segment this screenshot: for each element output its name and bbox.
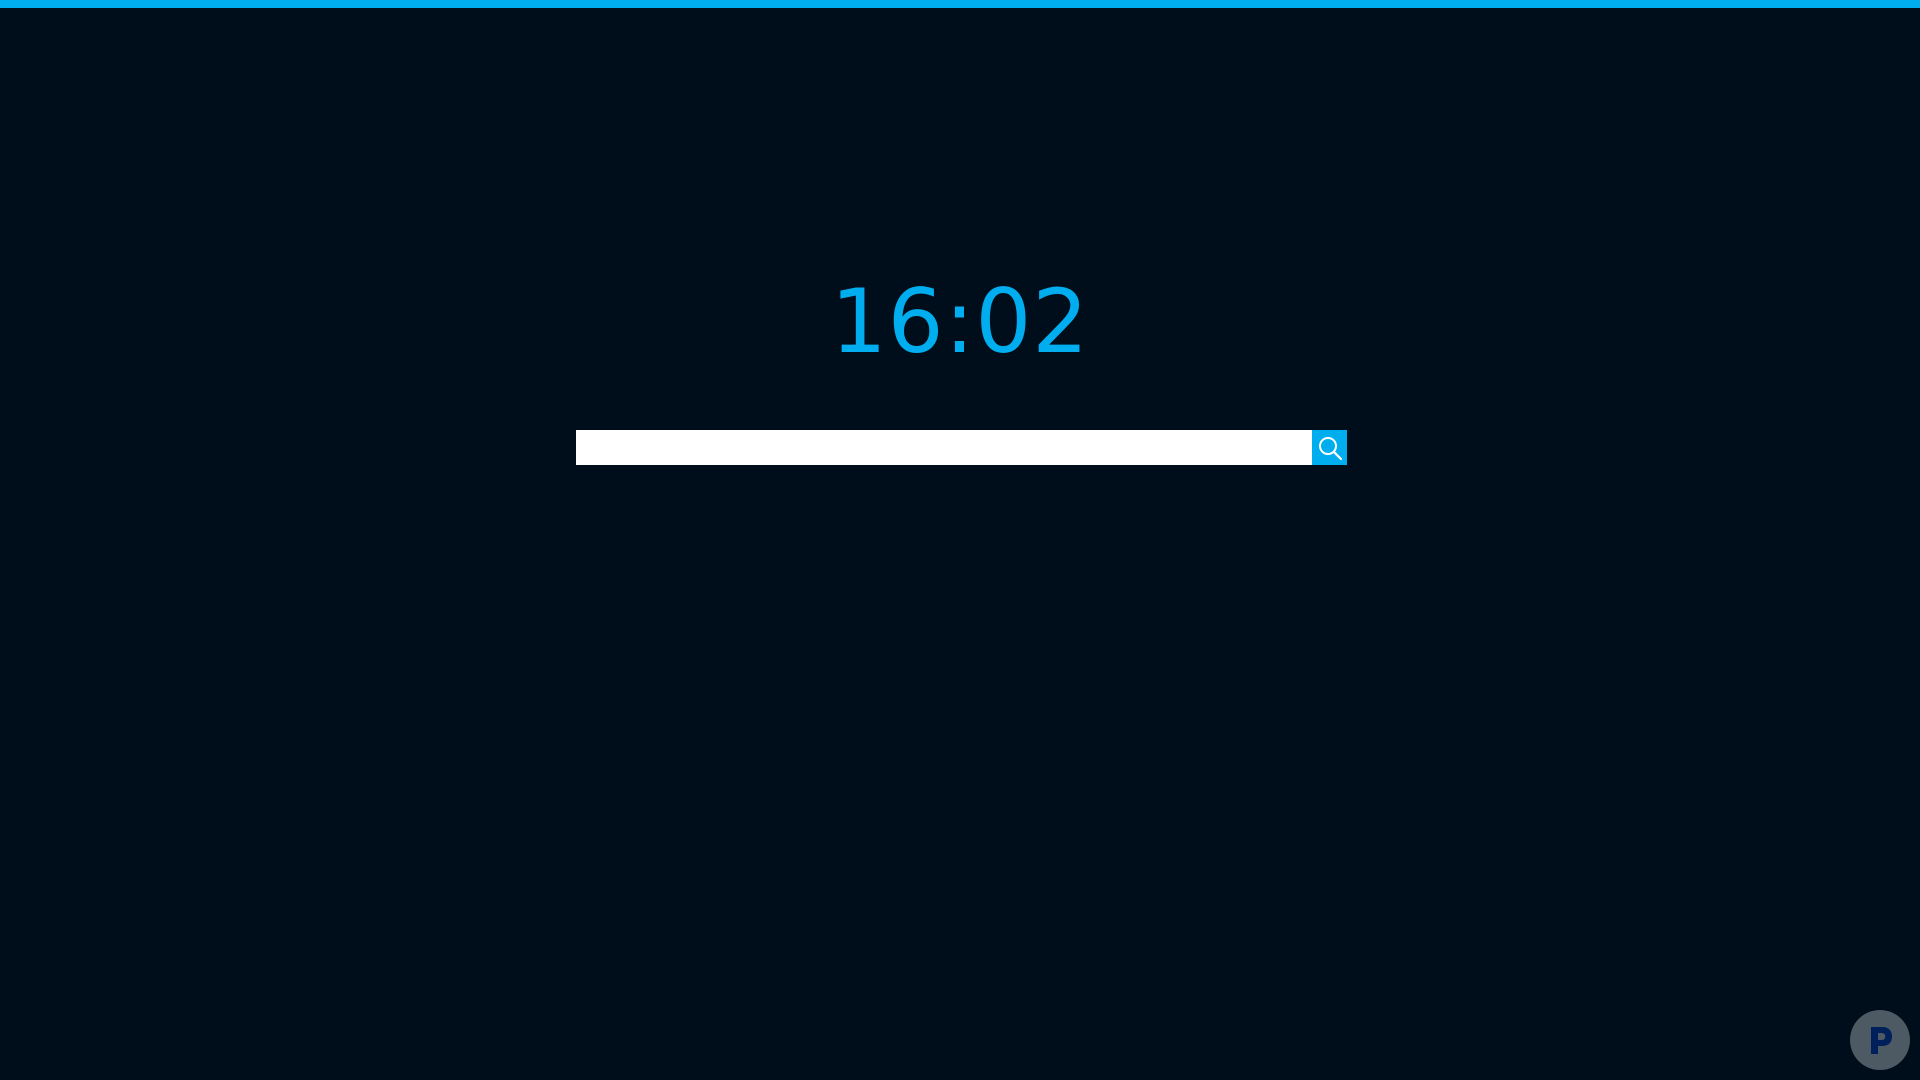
top-accent-bar: [0, 0, 1920, 8]
clock-time: 16:02: [830, 270, 1090, 373]
search-input[interactable]: [573, 430, 1312, 465]
search-icon: [1318, 436, 1342, 460]
search-button[interactable]: [1312, 430, 1347, 465]
p-logo-icon: [1871, 1027, 1892, 1054]
corner-badge-button[interactable]: [1850, 1010, 1910, 1070]
new-tab-page: 16:02: [0, 0, 1920, 1080]
search-bar: [573, 430, 1347, 465]
